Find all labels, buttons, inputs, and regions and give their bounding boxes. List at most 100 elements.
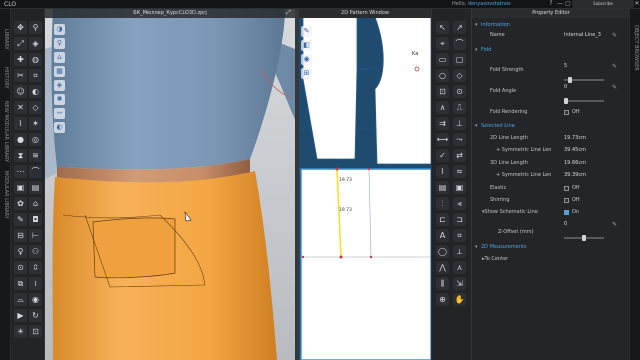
video-icon[interactable]: ▶ (14, 309, 27, 322)
annotation-2d-icon[interactable]: A (436, 229, 449, 242)
graphic-2d-icon[interactable]: ▣ (453, 181, 466, 194)
help-icon[interactable]: ? (548, 1, 554, 7)
button-tool-icon[interactable]: ● (14, 133, 27, 146)
measure-2d-icon[interactable]: ⌗ (453, 229, 466, 242)
zipper-icon[interactable]: ⧗ (14, 149, 27, 162)
elastic-checkbox[interactable] (564, 186, 569, 191)
notch-icon[interactable]: ⊥ (453, 117, 466, 130)
symmetry-icon[interactable]: ⫼ (436, 277, 449, 290)
avatar-measure-icon[interactable]: ☺ (14, 85, 27, 98)
offset-icon[interactable]: ⇉ (436, 117, 449, 130)
fold-2d-icon[interactable]: ⌇ (436, 165, 449, 178)
seam-taping-icon[interactable]: ⊟ (14, 229, 27, 242)
pattern-window-2d[interactable]: 19.73 19.73 Ka (299, 9, 431, 360)
section-information[interactable]: ▾ Information (472, 21, 630, 30)
fold-rendering-checkbox[interactable] (564, 110, 569, 115)
garment-display-icon[interactable]: ⌂ (54, 52, 65, 63)
turntable-icon[interactable]: ↻ (29, 309, 42, 322)
fabric-display-icon[interactable]: ▦ (54, 66, 65, 77)
grading-icon[interactable]: ⫶ (436, 197, 449, 210)
texture-2d-icon[interactable]: ▤ (436, 181, 449, 194)
pleat-icon[interactable]: ⋀ (436, 261, 449, 274)
shirring-checkbox[interactable] (564, 198, 569, 203)
puckering-icon[interactable]: ≋ (29, 149, 42, 162)
hair-icon[interactable]: ≀ (29, 277, 42, 290)
segment-sewing-icon[interactable]: ⟷ (436, 133, 449, 146)
measure-icon[interactable]: ⌗ (29, 69, 42, 82)
close-icon[interactable]: ✕ (634, 1, 640, 7)
pose-icon[interactable]: ⚇ (29, 245, 42, 258)
pin-icon[interactable]: ⚲ (29, 21, 42, 34)
fitting-icon[interactable]: ◐ (29, 85, 42, 98)
dart-icon[interactable]: ∧ (436, 101, 449, 114)
zoom-icon[interactable]: ⊕ (436, 293, 449, 306)
edit-point-icon[interactable]: ⌖ (436, 37, 449, 50)
section-selected-line[interactable]: ▾ Selected Line (472, 122, 630, 131)
fold-strength-field[interactable]: 5 (564, 62, 567, 71)
stress-map-icon[interactable]: ◐ (54, 122, 65, 133)
hanger-icon[interactable]: ⌂ (29, 197, 42, 210)
binding-icon[interactable]: ⊐ (453, 213, 466, 226)
internal-rectangle-icon[interactable]: ⊡ (436, 85, 449, 98)
arrange-point-icon[interactable]: ⊙ (14, 261, 27, 274)
pattern-grid-icon[interactable]: ⊞ (301, 68, 312, 79)
circumference-icon[interactable]: ◯ (436, 245, 449, 258)
rectangle-icon[interactable]: ▢ (453, 53, 466, 66)
internal-circle-icon[interactable]: ⊙ (453, 85, 466, 98)
trim-icon[interactable]: ✿ (14, 197, 27, 210)
avatar-display-icon[interactable]: ♀ (54, 38, 65, 49)
tack-icon[interactable]: ✚ (14, 53, 27, 66)
section-2d-measurements-header[interactable]: ▾ 2D Measurements (472, 243, 630, 252)
zoffset-field[interactable]: 0 (564, 220, 567, 229)
minimize-icon[interactable]: — (557, 1, 563, 7)
annotation-icon[interactable]: ✎ (14, 213, 27, 226)
snapshot-icon[interactable]: ◘ (29, 213, 42, 226)
polygon-icon[interactable]: ▭ (436, 53, 449, 66)
pattern-view-icon[interactable]: ✎ (301, 26, 312, 37)
stretch-display-icon[interactable]: ⇿ (54, 108, 65, 119)
fold-angle-field[interactable]: 0 (564, 83, 567, 92)
slash-spread-icon[interactable]: ⋏ (453, 261, 466, 274)
light-icon[interactable]: ☀ (14, 325, 27, 338)
fold-3d-icon[interactable]: ⌇ (14, 117, 27, 130)
edit-icon[interactable]: ✎ (612, 220, 617, 229)
pattern-fabric-icon[interactable]: ◉ (301, 54, 312, 65)
name-field[interactable]: Internal Line_3 (564, 31, 601, 40)
edit-icon[interactable]: ✎ (612, 31, 617, 40)
strengthen-icon[interactable]: ✕ (14, 101, 27, 114)
pan-icon[interactable]: ✋ (453, 293, 466, 306)
edit-icon[interactable]: ✎ (612, 62, 617, 71)
render-icon[interactable]: ◉ (29, 293, 42, 306)
check-sewing-icon[interactable]: ✓ (436, 149, 449, 162)
select-move-icon[interactable]: ✥ (14, 21, 27, 34)
maximize-icon[interactable]: ▢ (565, 1, 571, 7)
edit-icon[interactable]: ✎ (612, 83, 617, 92)
edit-pattern-icon[interactable]: ↗ (453, 21, 466, 34)
sewing-icon[interactable]: ✂ (14, 69, 27, 82)
viewport-3d-expand-icon[interactable]: ⤢ (286, 10, 292, 16)
internal-polygon-icon[interactable]: ◇ (453, 69, 466, 82)
row-to-center[interactable]: ▸To Center (472, 255, 630, 264)
select-mesh-icon[interactable]: ◈ (29, 37, 42, 50)
unfold-icon[interactable]: ⇲ (453, 277, 466, 290)
piping-icon[interactable]: ⌒ (29, 165, 42, 178)
simulation-icon[interactable]: ✺ (54, 94, 65, 105)
circle-icon[interactable]: ○ (436, 69, 449, 82)
schematic-checkbox[interactable] (564, 210, 569, 215)
texture-icon[interactable]: ▤ (29, 181, 42, 194)
free-sewing-icon[interactable]: ⤳ (453, 133, 466, 146)
edit-grading-icon[interactable]: ⫷ (453, 197, 466, 210)
render-mode-icon[interactable]: ◈ (54, 80, 65, 91)
user-greeting[interactable]: Hello, denyaxovstatnos (452, 1, 511, 7)
pattern-transform-icon[interactable]: ↖ (436, 21, 449, 34)
fold-strength-slider-handle[interactable] (568, 77, 572, 83)
curve-point-icon[interactable]: ⌒ (453, 37, 466, 50)
ruler-icon[interactable]: ⊢ (29, 229, 42, 242)
seamline-icon[interactable]: ✶ (29, 117, 42, 130)
pattern-layer-icon[interactable]: ◧ (301, 40, 312, 51)
avatar-icon[interactable]: ♀ (14, 245, 27, 258)
shoes-icon[interactable]: ⌓ (14, 293, 27, 306)
buttonhole-icon[interactable]: ◎ (29, 133, 42, 146)
trace-icon[interactable]: ⎍ (453, 101, 466, 114)
morph-icon[interactable]: ⧉ (14, 277, 27, 290)
